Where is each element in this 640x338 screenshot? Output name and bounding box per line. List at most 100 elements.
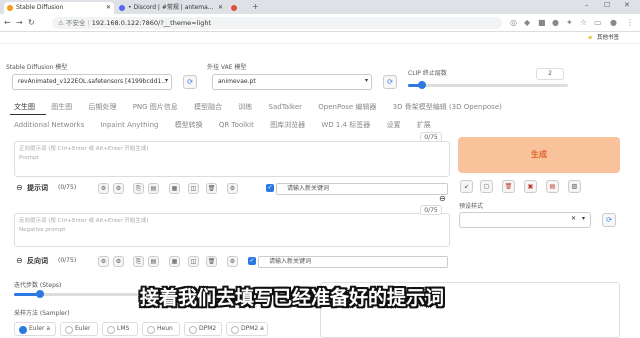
collapse-icon[interactable]: ⊖ [16, 256, 23, 265]
vae-select[interactable]: animevae.pt [212, 74, 372, 90]
refresh-icon[interactable]: ⟳ [383, 75, 397, 89]
gear-icon[interactable]: ⚙ [227, 256, 238, 267]
forward-icon[interactable]: → [16, 18, 23, 28]
sampler-option[interactable]: Heun [142, 322, 180, 336]
save-icon[interactable]: ▨ [568, 180, 581, 193]
trash-icon[interactable]: 🗑 [206, 183, 217, 194]
sampler-option[interactable]: LMS [102, 322, 138, 336]
clear-icon[interactable]: ▢ [480, 180, 493, 193]
tab-png-info[interactable]: PNG 图片信息 [133, 103, 178, 111]
window-close-icon[interactable]: ✕ [624, 1, 630, 9]
prompt-token-counter: 0/75 [420, 132, 442, 142]
steps-slider-handle[interactable] [36, 290, 44, 298]
trash-icon[interactable]: 🗑 [206, 256, 217, 267]
sd-model-select[interactable]: revAnimated_v122EOL.safetensors [4199bcd… [12, 74, 172, 90]
tab-qr-toolkit[interactable]: QR Toolkit [219, 121, 254, 129]
keyword-input[interactable]: 请输入新关键词 [258, 256, 448, 268]
generate-button[interactable]: 生成 [458, 137, 620, 173]
browser-tab-stable-diffusion[interactable]: Stable Diffusion ✕ [4, 2, 114, 14]
grid-icon[interactable]: ▦ [169, 256, 180, 267]
extension-icon[interactable]: ● [552, 18, 559, 28]
sampler-option[interactable]: Euler a [14, 322, 56, 336]
translate-icon[interactable]: ⚙ [98, 256, 109, 267]
collapse-icon[interactable]: ⊖ [16, 183, 23, 192]
clipboard-icon[interactable]: ▤ [546, 180, 559, 193]
back-icon[interactable]: ← [4, 18, 11, 28]
profile-icon[interactable]: ● [610, 18, 617, 28]
trash-icon[interactable]: 🗑 [502, 180, 515, 193]
sampler-option[interactable]: DPM2 [184, 322, 222, 336]
main-tabs-row2: Additional Networks Inpaint Anything 模型转… [14, 120, 445, 130]
keyword-checkbox[interactable]: ✓ [248, 257, 256, 265]
paste-icon[interactable]: ▤ [148, 256, 159, 267]
negative-placeholder: 反向提示词 (按 Ctrl+Enter 或 Alt+Enter 开始生成) [19, 218, 149, 224]
sampler-option[interactable]: Euler [60, 322, 98, 336]
copy-icon[interactable]: ⎘ [133, 183, 144, 194]
sampler-option-label: Heun [157, 325, 173, 332]
steps-label: 迭代步数 (Steps) [14, 282, 62, 289]
tab-model-convert[interactable]: 模型转换 [175, 121, 203, 129]
keyword-input[interactable]: 请输入新关键词 [276, 183, 448, 195]
browser-tab-discord[interactable]: • Discord | #常规 | antema... ✕ [116, 2, 226, 14]
tab-wd14-tagger[interactable]: WD 1.4 标签器 [321, 121, 370, 129]
prompt-label: 提示词 [27, 184, 48, 192]
keyword-placeholder: 请输入新关键词 [269, 258, 312, 265]
sampler-option[interactable]: DPM2 a [226, 322, 268, 336]
arrow-icon[interactable]: ↙ [460, 180, 473, 193]
clear-x-icon[interactable]: ✕ [571, 215, 576, 222]
extension-icon[interactable]: ◆ [524, 18, 530, 28]
tab-extras[interactable]: 后期处理 [88, 103, 116, 111]
extension-icon[interactable]: ◎ [510, 18, 517, 28]
tab-settings[interactable]: 设置 [386, 121, 400, 129]
url-field[interactable]: ⚠ 不安全 | 192.168.0.122:7860/?__theme=ligh… [52, 17, 502, 29]
tab-additional-networks[interactable]: Additional Networks [14, 121, 84, 129]
translate-icon[interactable]: ⚙ [98, 183, 109, 194]
tab-img2img[interactable]: 图生图 [51, 103, 72, 111]
copy-icon[interactable]: ⎘ [133, 256, 144, 267]
tab-train[interactable]: 训练 [238, 103, 252, 111]
tab-image-browser[interactable]: 图库浏览器 [270, 121, 305, 129]
history-icon[interactable]: ◫ [188, 256, 199, 267]
prompt-count: (0/75) [58, 184, 77, 191]
refresh-icon[interactable]: ⟳ [602, 213, 616, 227]
negative-prompt-textarea[interactable]: 反向提示词 (按 Ctrl+Enter 或 Alt+Enter 开始生成) Ne… [14, 213, 450, 247]
gear-icon[interactable]: ⚙ [227, 183, 238, 194]
reload-icon[interactable]: ↻ [28, 18, 35, 28]
settings-icon[interactable]: ⚙ [113, 256, 124, 267]
clip-slider-handle[interactable] [418, 81, 426, 89]
tab-title: Stable Diffusion [16, 4, 64, 11]
close-icon[interactable]: ✕ [106, 2, 111, 14]
keyword-checkbox[interactable]: ✓ [266, 184, 274, 192]
style-icon[interactable]: ▣ [524, 180, 537, 193]
expand-up-icon[interactable]: ⊖ [439, 194, 446, 203]
tab-extensions[interactable]: 扩展 [417, 121, 431, 129]
maximize-icon[interactable]: ☐ [604, 1, 610, 9]
split-view-icon[interactable]: ▭ [594, 18, 602, 28]
grid-icon[interactable]: ▦ [169, 183, 180, 194]
refresh-icon[interactable]: ⟳ [183, 75, 197, 89]
tab-merge[interactable]: 模型融合 [194, 103, 222, 111]
bookmark-star-icon[interactable]: ☆ [580, 18, 587, 28]
tab-txt2img[interactable]: 文生图 [14, 103, 35, 111]
new-tab-button[interactable]: + [252, 2, 259, 11]
url-text: 192.168.0.122:7860/?__theme=light [91, 19, 212, 27]
other-bookmarks[interactable]: 其他书签 [597, 32, 619, 44]
tab-3d-openpose[interactable]: 3D 骨架模型编辑 (3D Openpose) [393, 103, 502, 111]
puzzle-icon[interactable]: ✦ [566, 18, 573, 28]
tab-inpaint-anything[interactable]: Inpaint Anything [100, 121, 158, 129]
extension-icon[interactable]: ■ [538, 18, 546, 28]
settings-icon[interactable]: ⚙ [113, 183, 124, 194]
tab-sadtalker[interactable]: SadTalker [269, 103, 303, 111]
history-icon[interactable]: ◫ [188, 183, 199, 194]
clip-slider-track[interactable] [408, 81, 568, 89]
security-warning: 不安全 [65, 19, 86, 27]
prompt-textarea[interactable]: 正向提示词 (按 Ctrl+Enter 或 Alt+Enter 开始生成) Pr… [14, 141, 450, 177]
tab-openpose[interactable]: OpenPose 编辑器 [318, 103, 376, 111]
close-icon[interactable]: ✕ [218, 2, 223, 14]
clip-value-input[interactable]: 2 [536, 68, 564, 80]
paste-icon[interactable]: ▤ [148, 183, 159, 194]
browser-tab-third[interactable] [228, 2, 248, 14]
minimize-icon[interactable]: – [585, 1, 589, 9]
chevron-down-icon: ▾ [365, 77, 369, 84]
menu-icon[interactable]: ⋮ [626, 18, 634, 28]
